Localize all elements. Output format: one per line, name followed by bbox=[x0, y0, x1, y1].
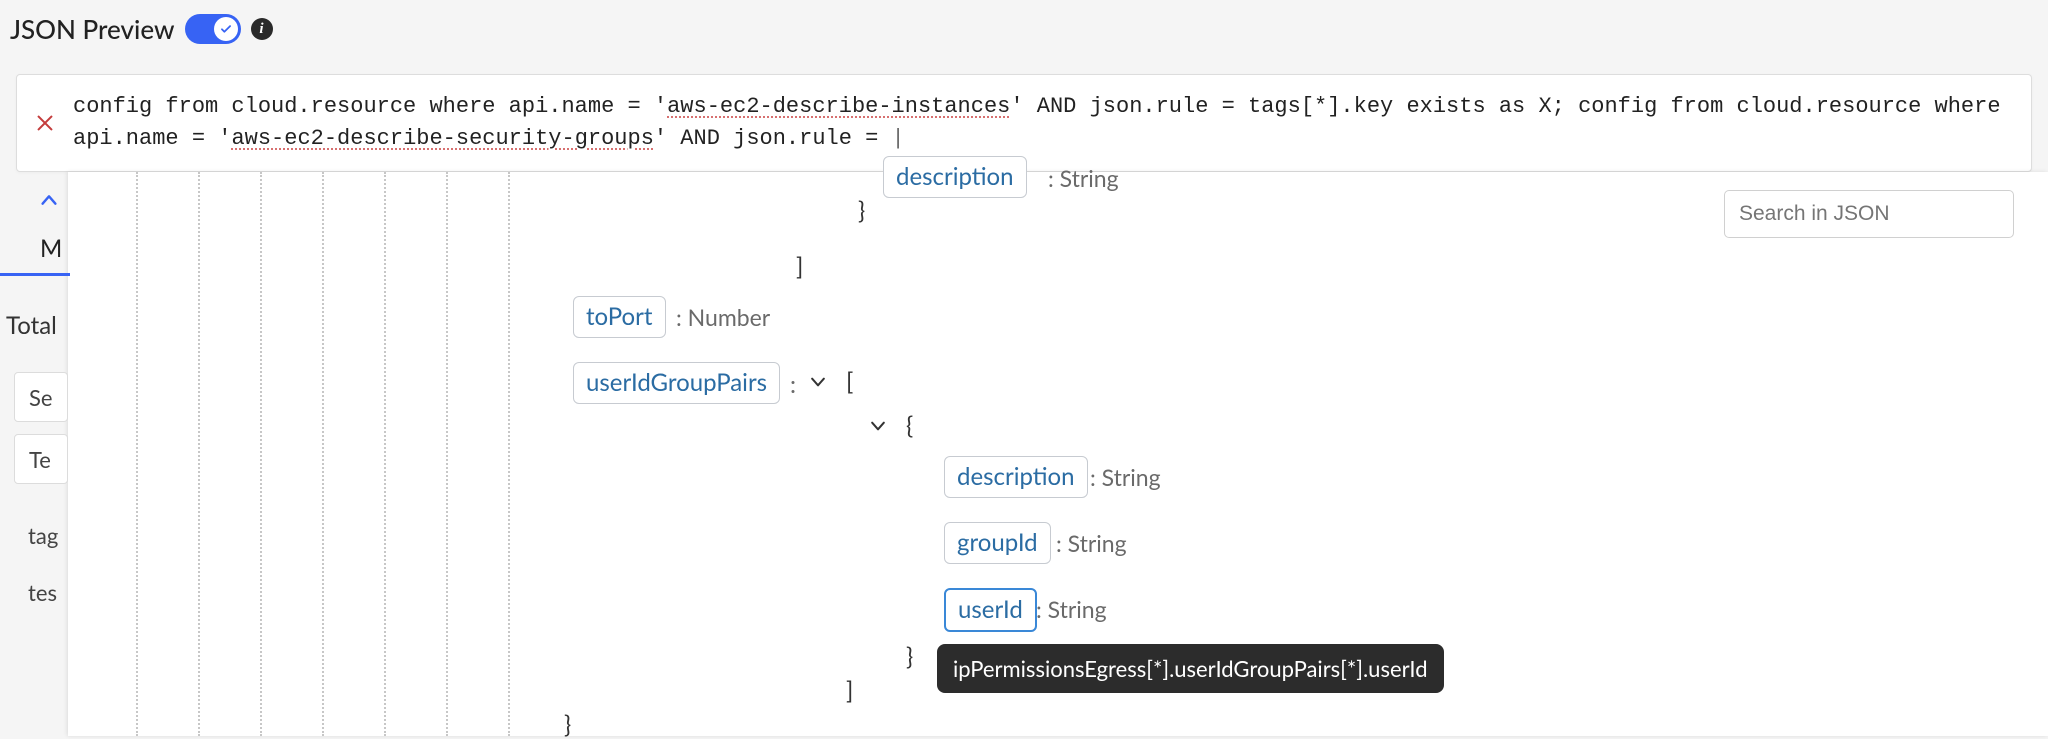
json-preview-panel: description : String } ] toPort : Number… bbox=[68, 172, 2048, 736]
search-in-json[interactable] bbox=[1724, 190, 2014, 238]
path-tooltip: ipPermissionsEgress[*].userIdGroupPairs[… bbox=[937, 644, 1444, 693]
tab-my[interactable]: M bbox=[0, 228, 70, 276]
page-title: JSON Preview bbox=[10, 13, 175, 45]
json-key-toport[interactable]: toPort bbox=[573, 296, 666, 338]
json-key-groupid[interactable]: groupId bbox=[944, 522, 1051, 564]
json-key-userid[interactable]: userId bbox=[944, 588, 1037, 632]
json-bracket-close: ] bbox=[846, 676, 853, 705]
list-item[interactable]: tes bbox=[0, 579, 68, 606]
search-input[interactable] bbox=[1737, 201, 2012, 227]
close-icon bbox=[34, 112, 56, 134]
json-outer-brace-close: } bbox=[564, 710, 571, 739]
json-type-string: : String bbox=[1090, 463, 1161, 491]
total-label: Total bbox=[0, 311, 68, 340]
json-colon: : bbox=[790, 370, 796, 399]
json-preview-toggle[interactable] bbox=[185, 14, 241, 44]
clear-query-button[interactable] bbox=[17, 75, 73, 171]
json-brace: } bbox=[858, 196, 865, 225]
json-key-description[interactable]: description bbox=[944, 456, 1088, 498]
json-bracket: ] bbox=[796, 252, 803, 281]
json-type-number: : Number bbox=[676, 303, 770, 331]
info-icon[interactable]: i bbox=[251, 18, 273, 40]
chevron-down-icon[interactable] bbox=[868, 416, 888, 440]
query-input[interactable]: config from cloud.resource where api.nam… bbox=[73, 91, 2031, 155]
json-bracket-open: [ bbox=[846, 367, 853, 396]
chevron-up-icon bbox=[38, 189, 60, 211]
collapse-search-button[interactable] bbox=[38, 189, 60, 215]
list-item[interactable]: tag bbox=[0, 522, 68, 549]
json-key-useridgrouppairs[interactable]: userIdGroupPairs bbox=[573, 362, 780, 404]
json-type-string-top: : String bbox=[1048, 164, 1119, 192]
json-key-description-top[interactable]: description bbox=[883, 156, 1027, 198]
json-brace-open: { bbox=[906, 411, 913, 440]
chevron-down-icon[interactable] bbox=[808, 372, 828, 396]
list-item[interactable]: Se bbox=[14, 372, 68, 422]
list-item[interactable]: Te bbox=[14, 434, 68, 484]
json-type-string: : String bbox=[1056, 529, 1127, 557]
json-type-string: : String bbox=[1036, 595, 1107, 623]
json-brace-close: } bbox=[906, 642, 913, 671]
check-icon bbox=[219, 22, 233, 36]
